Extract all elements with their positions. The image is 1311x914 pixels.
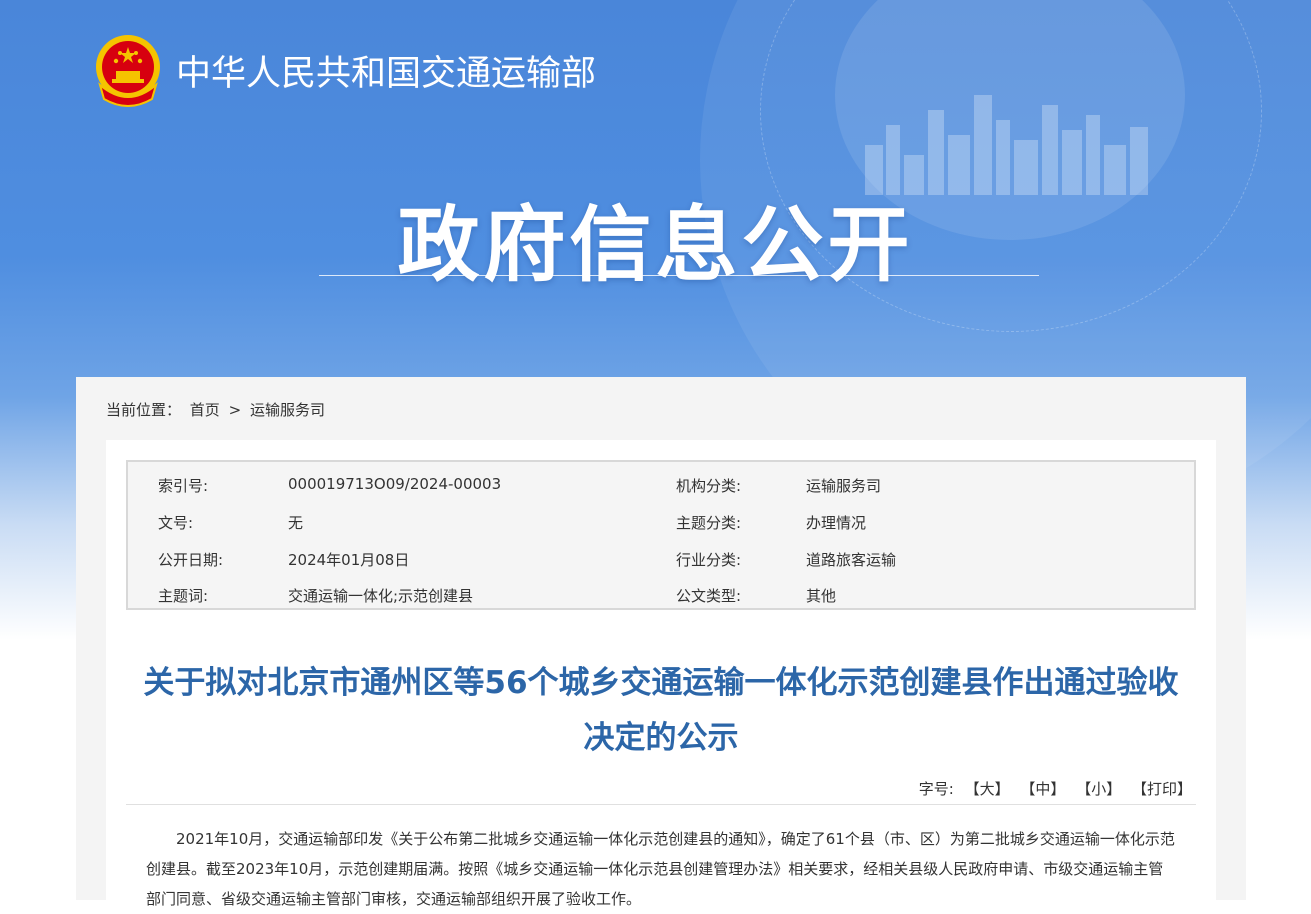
metadata-value: 其他: [806, 587, 837, 605]
metadata-value: 运输服务司: [806, 477, 882, 495]
font-medium-button[interactable]: 【中】: [1020, 780, 1065, 798]
article-body: 2021年10月，交通运输部印发《关于公布第二批城乡交通运输一体化示范创建县的通…: [146, 830, 1175, 908]
breadcrumb-separator: >: [228, 401, 242, 419]
article-title-line: 决定的公示: [583, 720, 739, 756]
font-size-controls: 字号: 【大】 【中】 【小】 【打印】: [919, 778, 1192, 799]
metadata-row: 公开日期: 2024年01月08日 行业分类: 道路旅客运输: [128, 540, 1194, 576]
metadata-row: 主题词: 交通运输一体化;示范创建县 公文类型: 其他: [128, 576, 1194, 612]
font-size-label: 字号:: [918, 780, 954, 798]
metadata-label: 公开日期:: [158, 551, 224, 569]
metadata-label: 主题词:: [158, 587, 209, 605]
metadata-label: 文号:: [158, 514, 194, 532]
metadata-value: 无: [288, 514, 304, 532]
metadata-value: 交通运输一体化;示范创建县: [288, 587, 474, 605]
breadcrumb-home-link[interactable]: 首页: [190, 401, 220, 419]
font-large-button[interactable]: 【大】: [965, 780, 1010, 798]
metadata-label: 机构分类:: [676, 477, 742, 495]
metadata-label: 主题分类:: [676, 514, 742, 532]
article-title: 关于拟对北京市通州区等56个城乡交通运输一体化示范创建县作出通过验收 决定的公示: [106, 656, 1216, 766]
banner-divider: [319, 275, 1039, 276]
content-panel: 当前位置： 首页 > 运输服务司 索引号: 000019713O09/2024-…: [76, 377, 1246, 910]
ministry-name[interactable]: 中华人民共和国交通运输部: [176, 45, 596, 96]
metadata-label: 行业分类:: [676, 551, 742, 569]
metadata-label: 公文类型:: [676, 587, 742, 605]
article-container: 索引号: 000019713O09/2024-00003 机构分类: 运输服务司…: [106, 440, 1216, 910]
metadata-row: 索引号: 000019713O09/2024-00003 机构分类: 运输服务司: [128, 466, 1194, 502]
metadata-value: 000019713O09/2024-00003: [288, 475, 502, 493]
metadata-label: 索引号:: [158, 477, 209, 495]
breadcrumb-prefix: 当前位置：: [106, 401, 182, 419]
banner-title: 政府信息公开: [397, 198, 914, 293]
metadata-value: 道路旅客运输: [806, 551, 897, 569]
national-emblem-icon: [96, 35, 160, 107]
print-button[interactable]: 【打印】: [1132, 780, 1192, 798]
breadcrumb-current-link[interactable]: 运输服务司: [250, 401, 325, 419]
metadata-value: 办理情况: [806, 514, 867, 532]
breadcrumb: 当前位置： 首页 > 运输服务司: [106, 399, 329, 420]
title-divider: [126, 804, 1196, 805]
font-small-button[interactable]: 【小】: [1076, 780, 1121, 798]
metadata-value: 2024年01月08日: [288, 551, 410, 569]
article-title-line: 关于拟对北京市通州区等56个城乡交通运输一体化示范创建县作出通过验收: [143, 665, 1179, 701]
metadata-row: 文号: 无 主题分类: 办理情况: [128, 503, 1194, 539]
metadata-table: 索引号: 000019713O09/2024-00003 机构分类: 运输服务司…: [126, 460, 1196, 610]
